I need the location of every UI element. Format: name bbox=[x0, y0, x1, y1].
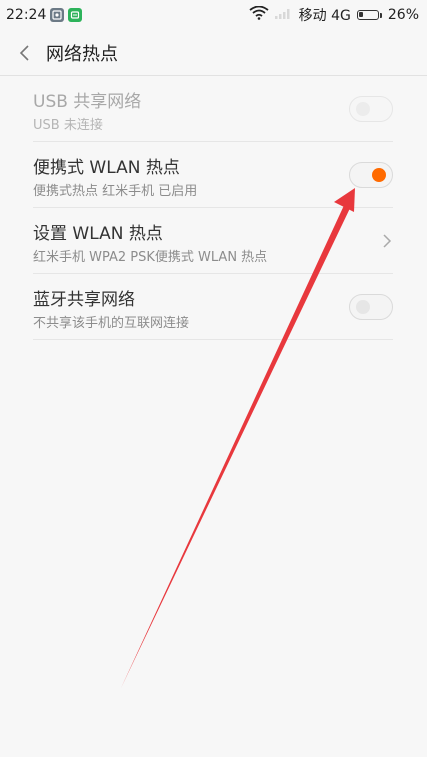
header: 网络热点 bbox=[0, 30, 427, 76]
bluetooth-tethering-switch[interactable] bbox=[349, 294, 393, 320]
page-title: 网络热点 bbox=[46, 43, 118, 65]
signal-icon bbox=[274, 7, 293, 23]
bluetooth-tethering-subtitle: 不共享该手机的互联网连接 bbox=[33, 316, 190, 331]
battery-percent: 26% bbox=[387, 7, 419, 23]
usb-tethering-subtitle: USB 未连接 bbox=[33, 118, 103, 133]
wlan-hotspot-switch[interactable] bbox=[349, 162, 393, 188]
carrier-label: 移动 4G bbox=[298, 8, 351, 24]
status-time: 22:24 bbox=[6, 7, 47, 23]
battery-icon bbox=[356, 10, 382, 20]
switch-knob bbox=[356, 102, 370, 116]
bluetooth-tethering-title: 蓝牙共享网络 bbox=[33, 290, 135, 310]
bluetooth-tethering-row[interactable]: 蓝牙共享网络 不共享该手机的互联网连接 bbox=[33, 274, 393, 340]
settings-list: USB 共享网络 USB 未连接 便携式 WLAN 热点 便携式热点 红米手机 … bbox=[0, 76, 427, 340]
app-notification-icon bbox=[68, 8, 83, 22]
wlan-hotspot-settings-row[interactable]: 设置 WLAN 热点 红米手机 WPA2 PSK便携式 WLAN 热点 bbox=[33, 208, 393, 274]
status-bar: 22:24 移动 4G 26% bbox=[0, 0, 427, 30]
switch-knob bbox=[356, 300, 370, 314]
wlan-hotspot-subtitle: 便携式热点 红米手机 已启用 bbox=[33, 184, 198, 199]
switch-knob bbox=[372, 168, 386, 182]
wifi-icon bbox=[249, 5, 269, 24]
wlan-hotspot-settings-title: 设置 WLAN 热点 bbox=[33, 224, 163, 244]
usb-tethering-title: USB 共享网络 bbox=[33, 92, 142, 112]
usb-tethering-row[interactable]: USB 共享网络 USB 未连接 bbox=[33, 76, 393, 142]
wlan-hotspot-row[interactable]: 便携式 WLAN 热点 便携式热点 红米手机 已启用 bbox=[33, 142, 393, 208]
gallery-notification-icon bbox=[50, 8, 65, 22]
chevron-right-icon bbox=[381, 232, 393, 250]
status-right: 移动 4G 26% bbox=[249, 5, 427, 25]
back-icon[interactable] bbox=[14, 43, 34, 63]
status-left: 22:24 bbox=[0, 7, 83, 23]
wlan-hotspot-title: 便携式 WLAN 热点 bbox=[33, 158, 180, 178]
wlan-hotspot-settings-subtitle: 红米手机 WPA2 PSK便携式 WLAN 热点 bbox=[33, 250, 268, 265]
usb-tethering-switch[interactable] bbox=[349, 96, 393, 122]
